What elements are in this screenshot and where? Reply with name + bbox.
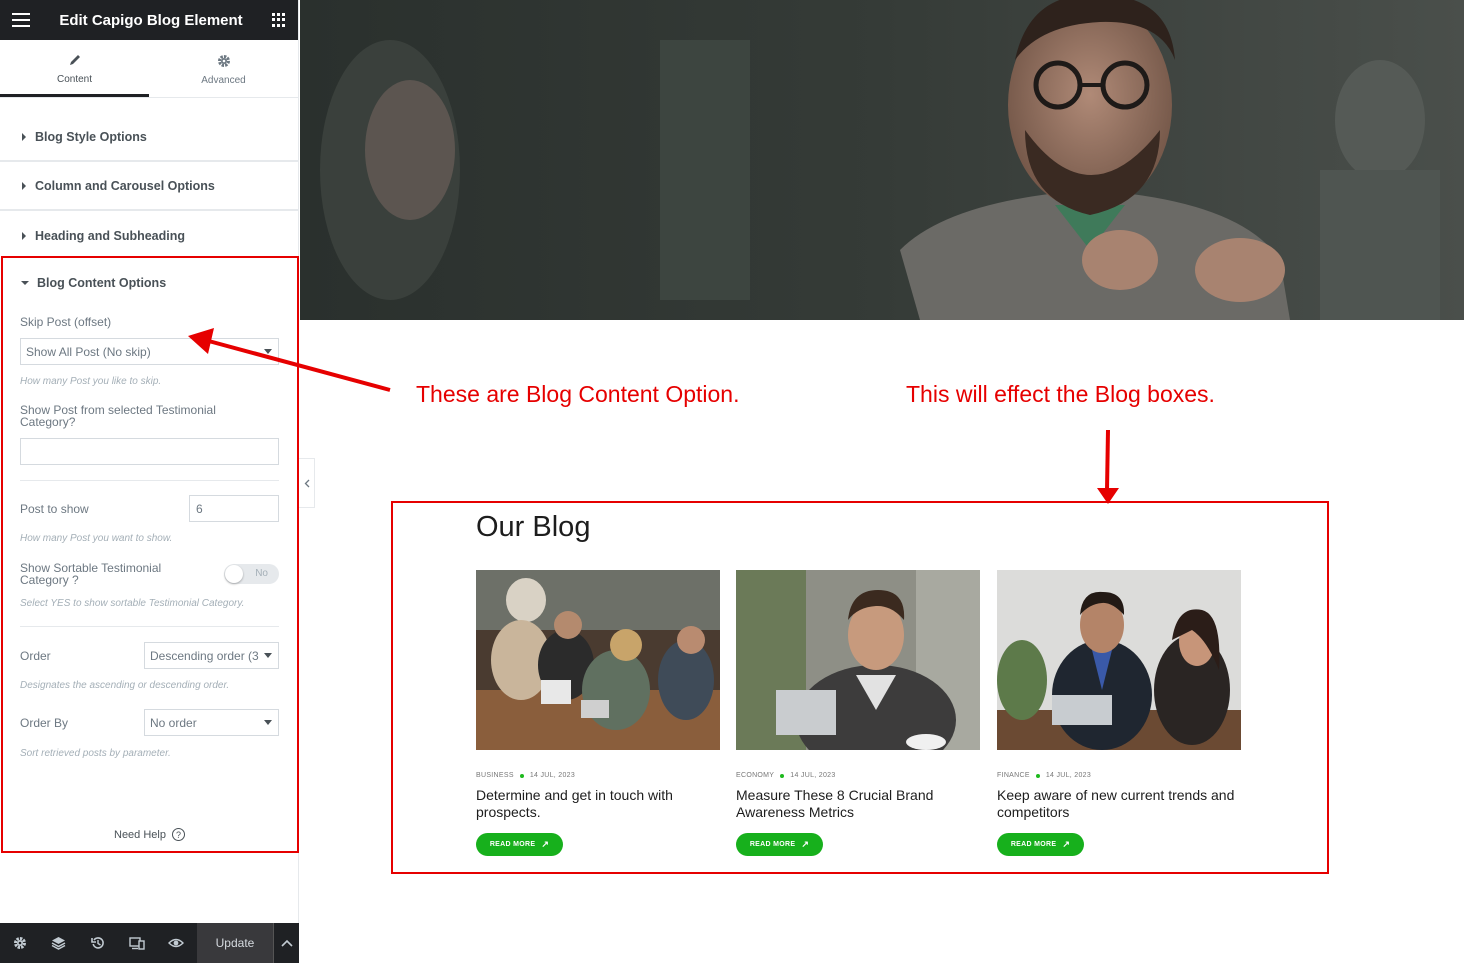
post-to-show-label: Post to show (20, 502, 89, 516)
section-label: Blog Style Options (35, 129, 147, 144)
editor-title: Edit Capigo Blog Element (59, 11, 243, 29)
blog-card-image[interactable] (997, 570, 1241, 750)
divider (20, 626, 279, 627)
read-more-button[interactable]: READ MORE ↗ (476, 833, 563, 856)
page: Edit Capigo Blog Element Content Advance… (0, 0, 1464, 963)
blog-card-date: 14 JUL, 2023 (790, 772, 836, 779)
read-more-button[interactable]: READ MORE ↗ (997, 833, 1084, 856)
skip-post-value: Show All Post (No skip) (26, 344, 151, 359)
category-label: Show Post from selected Testimonial Cate… (20, 403, 216, 429)
post-to-show-input[interactable]: 6 (189, 495, 279, 522)
blog-card[interactable]: FINANCE 14 JUL, 2023 Keep aware of new c… (997, 570, 1241, 856)
chevron-left-icon (304, 479, 309, 487)
section-blog-content-options[interactable]: Blog Content Options (21, 276, 166, 290)
blog-card-image[interactable] (736, 570, 980, 750)
blog-card-date: 14 JUL, 2023 (1045, 772, 1092, 779)
responsive-icon[interactable] (117, 923, 156, 963)
editor-header: Edit Capigo Blog Element (0, 0, 298, 40)
editor-panel: Edit Capigo Blog Element Content Advance… (0, 0, 299, 963)
blog-card[interactable]: BUSINESS 14 JUL, 2023 Determine and get … (476, 570, 720, 856)
caret-right-icon (22, 132, 26, 141)
help-circle-icon: ? (171, 828, 185, 841)
arrow-up-right-icon: ↗ (1062, 839, 1071, 849)
section-blog-style-options[interactable]: Blog Style Options (0, 113, 298, 162)
blog-card-category: ECONOMY (736, 772, 775, 779)
order-by-description: Sort retrieved posts by parameter. (20, 748, 171, 759)
section-label: Column and Carousel Options (35, 178, 215, 193)
toggle-knob (225, 565, 243, 583)
blog-card-meta: FINANCE 14 JUL, 2023 (997, 772, 1241, 779)
blog-heading: Our Blog (476, 511, 591, 543)
blog-card-title[interactable]: Measure These 8 Crucial Brand Awareness … (736, 787, 980, 821)
order-by-value: No order (150, 715, 197, 730)
read-more-button[interactable]: READ MORE ↗ (736, 833, 823, 856)
caret-down-icon (21, 281, 29, 285)
blog-card-category: BUSINESS (476, 772, 514, 779)
annotation-arrow-down (1097, 429, 1119, 504)
hamburger-menu-icon[interactable] (12, 13, 30, 27)
history-icon[interactable] (78, 923, 117, 963)
skip-post-description: How many Post you like to skip. (20, 376, 162, 387)
need-help-label: Need Help (114, 828, 166, 841)
dot-separator-icon (780, 773, 785, 778)
blog-card-meta: BUSINESS 14 JUL, 2023 (476, 772, 720, 779)
arrow-up-right-icon: ↗ (541, 839, 550, 849)
divider (20, 480, 279, 481)
section-heading-subheading[interactable]: Heading and Subheading (0, 211, 298, 260)
blog-card-meta: ECONOMY 14 JUL, 2023 (736, 772, 980, 779)
blog-card-image[interactable] (476, 570, 720, 750)
chevron-up-icon[interactable] (273, 923, 299, 963)
read-more-label: READ MORE (1010, 841, 1057, 848)
gear-icon (217, 51, 231, 71)
blog-card-date: 14 JUL, 2023 (529, 772, 576, 779)
blog-card-category: FINANCE (997, 772, 1030, 779)
annotation-blog-content-options: These are Blog Content Option. (416, 381, 740, 407)
order-by-select[interactable]: No order (144, 709, 279, 736)
dropdown-arrow-icon (264, 720, 272, 725)
layers-icon[interactable] (39, 923, 78, 963)
blog-card-title[interactable]: Determine and get in touch with prospect… (476, 787, 720, 821)
caret-right-icon (22, 231, 26, 240)
post-to-show-description: How many Post you want to show. (20, 533, 173, 544)
toggle-label: No (255, 568, 268, 579)
read-more-label: READ MORE (489, 841, 536, 848)
editor-footer: Update (0, 923, 299, 963)
annotation-arrow-left (188, 328, 391, 392)
order-by-label: Order By (20, 716, 69, 730)
need-help-link[interactable]: Need Help ? (114, 828, 185, 841)
tab-advanced-label: Advanced (201, 75, 246, 86)
order-description: Designates the ascending or descending o… (20, 680, 230, 691)
eye-icon[interactable] (156, 923, 195, 963)
sortable-label: Show Sortable Testimonial Category ? (20, 561, 162, 587)
blog-card[interactable]: ECONOMY 14 JUL, 2023 Measure These 8 Cru… (736, 570, 980, 856)
section-label: Blog Content Options (37, 276, 167, 290)
sortable-toggle[interactable]: No (224, 564, 279, 584)
blog-card-title[interactable]: Keep aware of new current trends and com… (997, 787, 1241, 821)
settings-icon[interactable] (0, 923, 39, 963)
sortable-description: Select YES to show sortable Testimonial … (20, 598, 245, 609)
dot-separator-icon (519, 773, 524, 778)
caret-right-icon (22, 181, 26, 190)
hero-image (300, 0, 1464, 320)
category-input[interactable] (20, 438, 279, 465)
dot-separator-icon (1035, 773, 1040, 778)
widgets-grid-icon[interactable] (272, 13, 286, 27)
section-label: Heading and Subheading (35, 228, 186, 243)
pencil-icon (68, 50, 82, 70)
collapse-panel-toggle[interactable] (299, 458, 315, 508)
skip-post-label: Skip Post (offset) (20, 315, 112, 329)
editor-tabs: Content Advanced (0, 40, 298, 98)
order-select[interactable]: Descending order (3 (144, 642, 279, 669)
tab-content-label: Content (56, 73, 93, 85)
arrow-up-right-icon: ↗ (801, 839, 810, 849)
order-value: Descending order (3 (150, 648, 259, 663)
read-more-label: READ MORE (749, 841, 796, 848)
dropdown-arrow-icon (264, 653, 272, 658)
update-button[interactable]: Update (197, 923, 273, 963)
tab-advanced[interactable]: Advanced (149, 40, 298, 97)
tab-content[interactable]: Content (0, 40, 149, 97)
annotation-blog-boxes: This will effect the Blog boxes. (906, 381, 1215, 407)
section-column-carousel-options[interactable]: Column and Carousel Options (0, 162, 298, 211)
order-label: Order (20, 649, 51, 663)
